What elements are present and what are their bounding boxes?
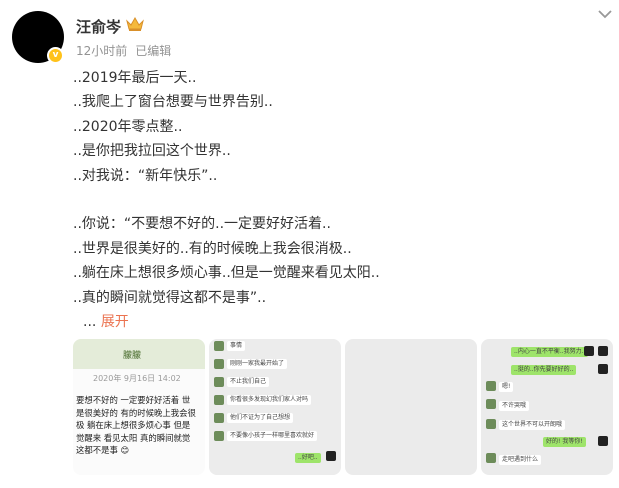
card-line: 这都不是事 😊 (76, 445, 130, 455)
post-line: ..我爬上了窗台想要与世界告别.. (73, 94, 273, 111)
chat-message: 走吧遇到什么 (499, 455, 542, 465)
chat-message: 他们不证为了自己想想 (227, 413, 294, 423)
chat-avatar (214, 413, 224, 423)
chat-avatar (214, 377, 224, 387)
card-line: 是很美好的 有的时候晚上我会很 (76, 407, 196, 418)
crown-icon (126, 16, 144, 31)
edited-label: 已编辑 (135, 44, 172, 58)
post-line: ..对我说：“新年快乐”.. (73, 167, 218, 184)
chat-avatar (214, 395, 224, 405)
post-line: ..你说：“不要想不好的..一定要好好活着.. (73, 216, 331, 233)
image-thumbnail-3[interactable] (345, 339, 477, 475)
card-line: 觉醒来 看见太阳 真的瞬间就觉 (76, 432, 191, 443)
post-text: ..2019年最后一天.. ..我爬上了窗台想要与世界告别.. ..2020年零… (73, 66, 593, 334)
post-time[interactable]: 12小时前 (76, 44, 127, 58)
chat-avatar (598, 346, 608, 356)
post-line: ..是你把我拉回这个世界.. (73, 143, 231, 160)
chat-message: 不许哭哦 (499, 401, 530, 411)
chat-avatar (584, 346, 594, 356)
chat-avatar (214, 341, 224, 351)
chat-message: 这个世界不可以开朗哦 (499, 420, 566, 430)
chat-avatar (486, 419, 496, 429)
chat-message: ..内心一直不平衡..我努力.. (511, 347, 589, 357)
verified-badge-icon: v (47, 47, 64, 64)
chat-avatar (214, 431, 224, 441)
card-date: 2020年 9月16日 14:02 (93, 374, 181, 383)
chat-message: ..好吧.. (295, 453, 321, 463)
post-line: ..躺在床上想很多烦心事..但是一觉醒来看见太阳.. (73, 265, 380, 282)
image-thumbnail-1[interactable]: 朦朦 2020年 9月16日 14:02 要想不好的 一定要好好活着 世 是很美… (73, 339, 205, 475)
chat-avatar (598, 364, 608, 374)
chat-message: 事情 (227, 341, 246, 351)
chat-message: 好的! 我等你! (543, 437, 586, 447)
chat-avatar (486, 453, 496, 463)
card-text: 要想不好的 一定要好好活着 世 是很美好的 有的时候晚上我会很 极 躺在床上想很… (76, 394, 204, 457)
card-name: 朦朦 (123, 351, 142, 361)
ellipsis: ... (83, 313, 97, 330)
chevron-down-icon[interactable] (597, 8, 613, 20)
chat-message: ..挺的..你先要好好的.. (511, 365, 577, 375)
chat-avatar (486, 399, 496, 409)
post-line: ..真的瞬间就觉得这都不是事”.. (73, 289, 267, 306)
image-thumbnail-2[interactable]: 事情 刚刚一家我最开始了 不止我们自己 你看很多发现幻我们家人对吗 他们不证为了… (209, 339, 341, 475)
chat-message: 你看很多发现幻我们家人对吗 (227, 395, 312, 405)
chat-avatar (486, 381, 496, 391)
chat-message: 刚刚一家我最开始了 (227, 359, 288, 369)
expand-row: ... 展开 (73, 310, 593, 334)
expand-link[interactable]: 展开 (101, 314, 129, 330)
chat-avatar (214, 359, 224, 369)
card-line: 要想不好的 一定要好好活着 世 (76, 395, 191, 405)
author-name[interactable]: 汪俞岑 (76, 16, 121, 37)
post-meta: 12小时前 已编辑 (76, 42, 171, 59)
chat-message: 不止我们自己 (227, 377, 270, 387)
image-gallery: 朦朦 2020年 9月16日 14:02 要想不好的 一定要好好活着 世 是很美… (73, 339, 613, 475)
chat-message: 不要像小孩子一样哪里喜欢就好 (227, 431, 318, 441)
post-line: ..世界是很美好的..有的时候晚上我会很消极.. (73, 240, 352, 257)
image-thumbnail-4[interactable]: ..内心一直不平衡..我努力.. ..挺的..你先要好好的.. 嗯! 不许哭哦 … (481, 339, 613, 475)
post-line: ..2020年零点整.. (73, 118, 183, 135)
chat-avatar (598, 436, 608, 446)
post-line: ..2019年最后一天.. (73, 70, 197, 86)
card-line: 极 躺在床上想很多烦心事 但是 (76, 420, 191, 430)
chat-avatar (326, 451, 336, 461)
chat-message: 嗯! (499, 382, 514, 392)
